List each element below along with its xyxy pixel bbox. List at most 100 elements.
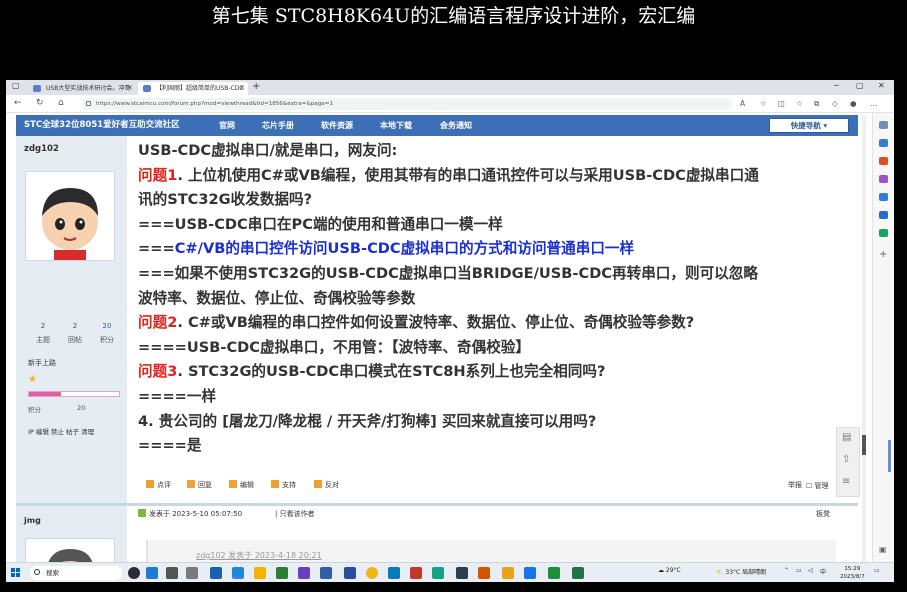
browser-tab[interactable]: USB大型实战技术研讨会。冲哥 ✕ <box>28 82 136 95</box>
edge-browser-icon[interactable] <box>232 567 244 579</box>
post-actions: 点评 回复 编辑 支持 反对 举报 <box>138 480 858 494</box>
home-icon[interactable]: ⌂ <box>58 98 64 108</box>
weather-widget[interactable]: ☁ 29°C <box>658 567 681 574</box>
app-icon[interactable] <box>276 567 288 579</box>
report-button[interactable]: 举报 <box>788 480 802 490</box>
system-clock[interactable]: 15:29 2023/8/7 <box>840 565 865 581</box>
scrollbar-thumb[interactable] <box>862 435 866 455</box>
search-sidebar-icon[interactable] <box>879 121 888 129</box>
app-icon[interactable] <box>186 567 198 579</box>
stat-replies-label: 回帖 <box>68 336 82 344</box>
comment-button[interactable]: 点评 <box>146 480 171 490</box>
network-icon[interactable]: ▭ <box>796 567 802 574</box>
stat-replies-value[interactable]: 2 <box>60 322 90 330</box>
reply-author-name[interactable]: jmg <box>24 516 41 525</box>
weather-status[interactable]: ⛅ 33°C 局部晴朗 <box>716 567 766 576</box>
app-icon[interactable] <box>410 567 422 579</box>
browser-toolbar: ← ↻ ⌂ https://www.stcaimcu.com/forum.php… <box>6 95 894 113</box>
nav-link-manual[interactable]: 芯片手册 <box>262 115 294 136</box>
close-window-icon[interactable]: ✕ <box>878 81 885 90</box>
sidebar-layout-icon[interactable]: ▣ <box>879 545 888 554</box>
post-text: . C#或VB编程的串口控件如何设置波特率、数据位、停止位、奇偶校验等参数? <box>177 314 695 332</box>
tools-icon[interactable] <box>879 157 888 165</box>
stat-credits-value[interactable]: 20 <box>92 322 122 330</box>
page-scrollbar[interactable] <box>862 115 866 582</box>
app-icon[interactable] <box>210 567 222 579</box>
nav-link-official[interactable]: 官网 <box>219 115 235 136</box>
app-icon[interactable] <box>478 567 490 579</box>
edit-icon <box>229 480 237 488</box>
nav-link-notice[interactable]: 会务通知 <box>440 115 472 136</box>
outlook-icon[interactable] <box>879 211 888 219</box>
app-icon[interactable] <box>388 567 400 579</box>
extensions-icon[interactable]: ◇ <box>832 99 838 108</box>
more-menu-icon[interactable]: … <box>870 99 878 108</box>
windows-start-icon[interactable] <box>11 568 21 578</box>
site-title[interactable]: STC全球32位8051爱好者互助交流社区 <box>24 115 180 136</box>
shopping-icon[interactable] <box>879 139 888 147</box>
taskview-icon[interactable] <box>166 567 178 579</box>
collections-icon[interactable]: ⧉ <box>814 99 819 109</box>
quick-reply-icon[interactable]: ▤ <box>842 432 851 443</box>
drop-icon[interactable] <box>879 229 888 237</box>
maximize-icon[interactable]: ▢ <box>856 81 864 90</box>
games-icon[interactable] <box>879 175 888 183</box>
close-tab-icon[interactable]: ✕ <box>239 82 245 95</box>
author-only-link[interactable]: | 只看该作者 <box>275 509 315 519</box>
app-icon[interactable] <box>548 567 560 579</box>
avatar[interactable] <box>25 171 115 261</box>
favorite-star-icon[interactable]: ☆ <box>760 99 767 108</box>
app-icon[interactable] <box>432 567 444 579</box>
edit-button[interactable]: 编辑 <box>229 480 254 490</box>
app-icon[interactable] <box>502 567 514 579</box>
split-screen-icon[interactable]: ◫ <box>778 99 785 108</box>
admin-links[interactable]: IP 编辑 禁止 帖子 清理 <box>28 426 94 436</box>
author-name[interactable]: zdg102 <box>24 144 59 154</box>
nav-link-software[interactable]: 软件资源 <box>321 115 353 136</box>
manage-checkbox[interactable]: ☐ 管理 <box>806 481 829 491</box>
post-line: ===USB-CDC串口在PC端的使用和普通串口一模一样 <box>138 213 838 238</box>
chrome-icon[interactable] <box>366 567 378 579</box>
office-icon[interactable] <box>879 193 888 201</box>
excel-icon[interactable] <box>572 567 584 579</box>
quick-nav-dropdown[interactable]: 快捷导航 ▾ <box>769 118 849 133</box>
nav-link-download[interactable]: 本地下载 <box>380 115 412 136</box>
windows-taskbar: 搜索 ☁ 29°C ⛅ 33°C 局部晴朗 ⌃ ▭ ◁ 中 15:29 2023… <box>6 562 894 582</box>
credit-label: 积分 <box>28 406 41 414</box>
minimize-icon[interactable]: ─ <box>834 81 839 90</box>
notification-icon[interactable]: ▭ <box>874 567 880 574</box>
app-icon[interactable] <box>456 567 468 579</box>
quote-text[interactable]: zdg102 发表于 2023-4-18 20:21 <box>196 550 322 561</box>
profile-icon[interactable]: ● <box>850 99 857 108</box>
app-icon[interactable] <box>320 567 332 579</box>
stat-threads-value[interactable]: 2 <box>28 322 58 330</box>
taskbar-search-box[interactable]: 搜索 <box>30 566 122 580</box>
soccer-widget-icon[interactable] <box>128 567 140 579</box>
support-button[interactable]: 支持 <box>271 480 296 490</box>
browser-tab-active[interactable]: 【利国丽】超级简单的USB-CDC ✕ <box>138 82 248 95</box>
favorites-icon[interactable]: ☆ <box>796 99 803 108</box>
ime-indicator[interactable]: 中 <box>820 567 826 576</box>
tray-chevron-icon[interactable]: ⌃ <box>784 567 789 574</box>
back-to-top-icon[interactable]: ⇧ <box>842 454 850 465</box>
app-icon[interactable] <box>146 567 158 579</box>
app-icon[interactable] <box>298 567 310 579</box>
close-tab-icon[interactable]: ✕ <box>127 82 133 95</box>
back-icon[interactable]: ← <box>14 98 22 108</box>
support-label: 支持 <box>282 481 296 489</box>
speaker-icon[interactable]: ◁ <box>808 567 813 574</box>
new-tab-button[interactable]: + <box>252 81 260 92</box>
app-icon[interactable] <box>524 567 536 579</box>
address-bar[interactable]: https://www.stcaimcu.com/forum.php?mod=v… <box>82 98 732 110</box>
read-aloud-icon[interactable]: A <box>740 99 745 108</box>
list-icon[interactable]: ≡ <box>842 476 850 487</box>
refresh-icon[interactable]: ↻ <box>36 98 44 108</box>
oppose-button[interactable]: 反对 <box>314 480 339 490</box>
app-icon[interactable] <box>344 567 356 579</box>
add-sidebar-icon[interactable]: + <box>879 249 888 260</box>
file-explorer-icon[interactable] <box>254 567 266 579</box>
reply-button[interactable]: 回复 <box>187 480 212 490</box>
post-line: 问题2. C#或VB编程的串口控件如何设置波特率、数据位、停止位、奇偶校验等参数… <box>138 311 838 336</box>
window-menu-icon[interactable]: ▢ <box>12 81 20 90</box>
floor-number[interactable]: 板凳 <box>816 509 830 519</box>
